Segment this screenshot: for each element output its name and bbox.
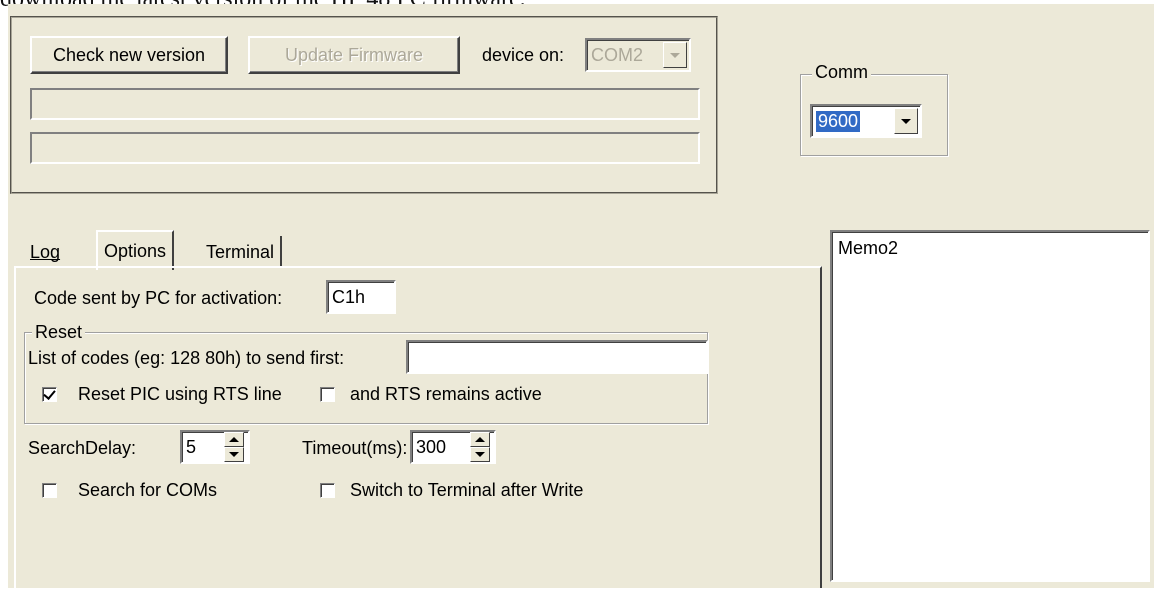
tab-log-label: Log <box>30 241 61 262</box>
device-port-dropdown-icon[interactable] <box>663 42 687 68</box>
baud-rate-select[interactable]: 9600 <box>810 104 922 138</box>
device-port-select[interactable]: COM2 <box>585 38 691 72</box>
search-delay-label: SearchDelay: <box>28 438 137 458</box>
reset-pic-label: Reset PIC using RTS line <box>78 384 282 404</box>
memo-text: Memo2 <box>838 238 899 258</box>
activation-code-value: C1h <box>332 286 366 307</box>
tab-options[interactable]: Options <box>96 230 175 270</box>
tab-terminal-label: Terminal <box>206 241 275 262</box>
spin-up-icon[interactable] <box>224 432 244 447</box>
timeout-value: 300 <box>416 436 447 457</box>
memo-box[interactable]: Memo2 <box>830 230 1150 582</box>
reset-pic-checkbox[interactable] <box>42 387 57 402</box>
timeout-label: Timeout(ms): <box>302 438 408 458</box>
search-coms-label: Search for COMs <box>78 480 218 500</box>
timeout-spinner[interactable] <box>470 432 490 462</box>
firmware-panel: Check new version Update Firmware device… <box>10 16 718 194</box>
device-port-value: COM2 <box>591 44 644 65</box>
tab-terminal[interactable]: Terminal <box>200 236 283 268</box>
switch-terminal-label: Switch to Terminal after Write <box>350 480 584 500</box>
check-new-version-button[interactable]: Check new version <box>30 36 228 74</box>
tab-options-label: Options <box>104 240 167 261</box>
device-on-label: device on: <box>482 45 565 65</box>
search-delay-spinner[interactable] <box>224 432 244 462</box>
baud-rate-value: 9600 <box>816 110 861 132</box>
switch-terminal-checkbox[interactable] <box>320 483 335 498</box>
activation-code-label: Code sent by PC for activation: <box>34 288 283 308</box>
tab-log[interactable]: Log <box>24 236 66 268</box>
spin-down-icon[interactable] <box>470 447 490 462</box>
comm-group-label: Comm <box>812 62 871 83</box>
activation-code-input[interactable]: C1h <box>326 280 396 314</box>
search-coms-checkbox[interactable] <box>42 483 57 498</box>
reset-group-label: Reset <box>32 322 86 343</box>
rts-active-checkbox[interactable] <box>320 387 335 402</box>
progress-bar-secondary <box>30 132 700 164</box>
spin-down-icon[interactable] <box>224 447 244 462</box>
codes-to-send-input[interactable] <box>406 340 708 374</box>
rts-active-label: and RTS remains active <box>350 384 542 404</box>
main-form: Check new version Update Firmware device… <box>8 4 1154 588</box>
update-firmware-button[interactable]: Update Firmware <box>248 36 460 74</box>
spin-up-icon[interactable] <box>470 432 490 447</box>
checkmark-icon <box>43 387 56 400</box>
options-tab-page <box>14 266 822 588</box>
baud-rate-dropdown-icon[interactable] <box>894 108 918 134</box>
codes-to-send-label: List of codes (eg: 128 80h) to send firs… <box>28 348 345 368</box>
progress-bar-primary <box>30 88 700 120</box>
search-delay-value: 5 <box>186 436 197 457</box>
